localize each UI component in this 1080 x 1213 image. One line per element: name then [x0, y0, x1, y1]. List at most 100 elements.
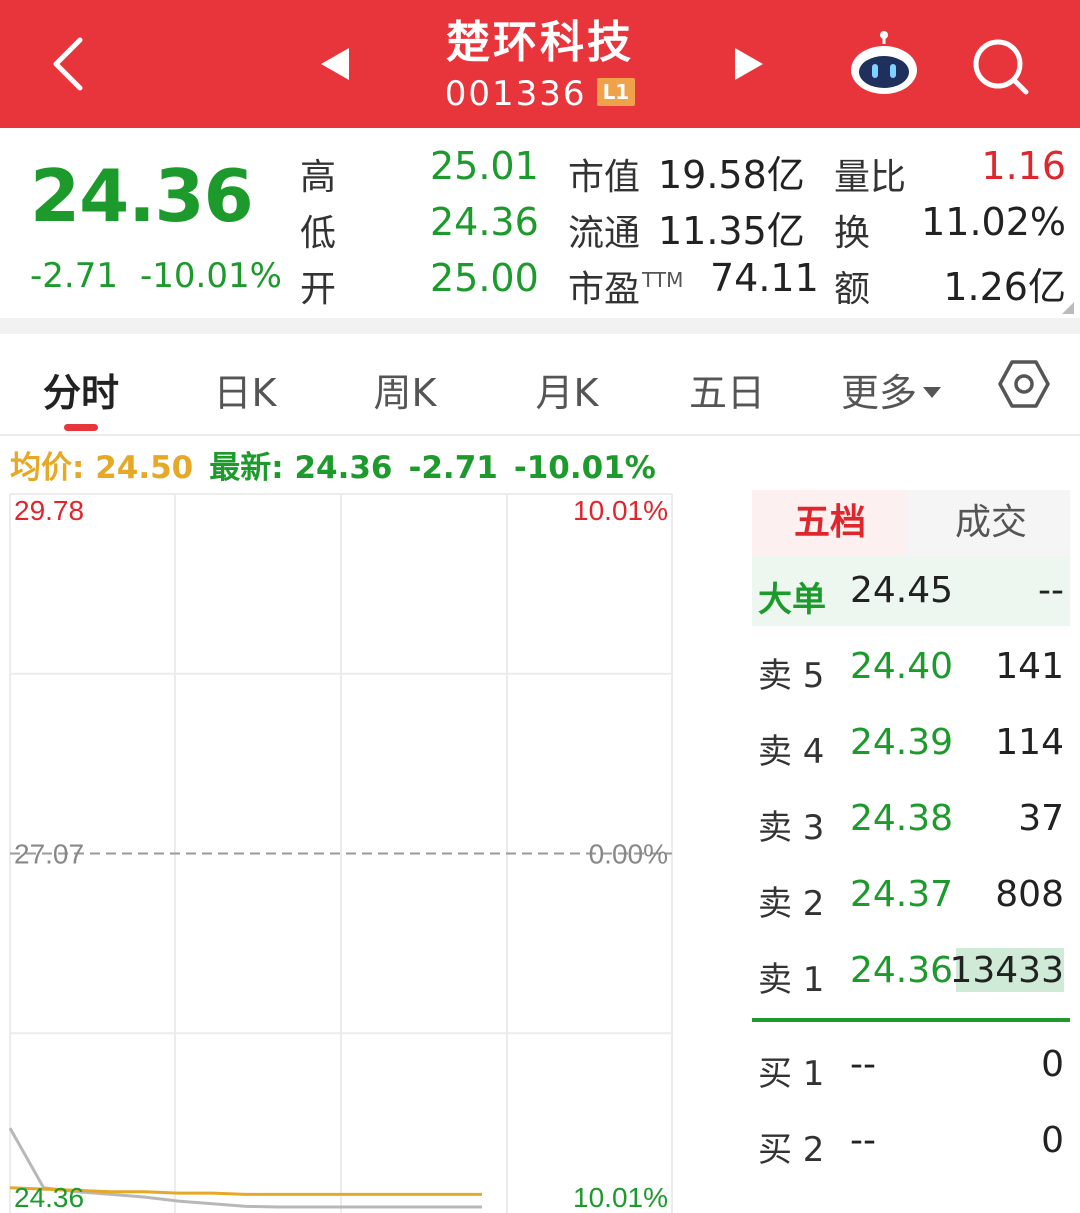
pe-label: 市盈 TTM [568, 260, 683, 312]
latest-change: -2.71 [408, 450, 498, 486]
ask-price: 24.40 [850, 646, 954, 687]
triangle-right-icon [735, 48, 763, 80]
tab-intraday[interactable]: 分时 [40, 362, 122, 417]
ask-volume: 37 [1018, 798, 1064, 839]
caret-down-icon [923, 387, 941, 398]
level-badge: L1 [596, 78, 636, 106]
market-cap-label: 市值 [568, 157, 641, 198]
amount-label: 额 [834, 269, 871, 310]
low-label: 低 [300, 213, 337, 254]
ask-label: 卖 2 [758, 884, 825, 924]
big-order-row: 大单 24.45 -- [752, 558, 1070, 634]
tabs-divider [0, 434, 1080, 436]
tab-daily-k[interactable]: 日K [200, 362, 290, 417]
amount-value: 1.26亿 [943, 265, 1066, 309]
chevron-left-icon [53, 37, 83, 91]
bid-label: 买 1 [758, 1054, 825, 1094]
ask-row: 卖 1 24.36 13433 [752, 938, 1070, 1014]
high-value: 25.01 [430, 144, 539, 188]
chart-period-tabs: 分时 日K 周K 月K 五日 更多 [0, 334, 1080, 434]
chart-settings-button[interactable] [998, 358, 1050, 410]
bid-volume: 0 [1041, 1044, 1064, 1085]
market-cap-value: 19.58亿 [658, 153, 805, 197]
ask-label: 卖 1 [758, 960, 825, 1000]
open-label: 开 [300, 269, 337, 310]
tab-more[interactable]: 更多 [836, 362, 946, 417]
section-separator [0, 318, 1080, 334]
intraday-chart-svg: 29.78 10.01% 27.07 0.00% 24.36 10.01% [8, 493, 673, 1213]
open-value: 25.00 [430, 256, 539, 300]
search-button[interactable] [970, 36, 1032, 98]
y-axis-mid-label: 27.07 [14, 839, 84, 870]
ask-row: 卖 2 24.37 808 [752, 862, 1070, 938]
volume-ratio-value: 1.16 [981, 144, 1066, 188]
turnover-value: 11.02% [921, 200, 1066, 244]
active-tab-indicator [64, 424, 98, 431]
settings-hexagon-icon [998, 360, 1050, 408]
stock-code-row: 001336 L1 [340, 74, 740, 114]
bid-price: -- [850, 1120, 876, 1161]
ask-label: 卖 4 [758, 732, 825, 772]
price-change-row: -2.71 -10.01% [30, 256, 282, 296]
pct-axis-mid-label: 0.00% [589, 839, 668, 870]
pe-value: 74.11 [710, 256, 819, 300]
tab-more-label: 更多 [840, 371, 917, 415]
latest-change-pct: -10.01% [513, 450, 656, 486]
tab-weekly-k[interactable]: 周K [360, 362, 450, 417]
stock-code: 001336 [444, 74, 587, 114]
tab-trades[interactable]: 成交 [912, 490, 1070, 556]
bid-price: -- [850, 1044, 876, 1085]
ask-row: 卖 4 24.39 114 [752, 710, 1070, 786]
next-stock-button[interactable] [726, 40, 774, 88]
ask-volume: 114 [995, 722, 1064, 763]
header-bar: 楚环科技 001336 L1 [0, 0, 1080, 128]
ask-price: 24.39 [850, 722, 954, 763]
ask-label: 卖 3 [758, 808, 825, 848]
latest-price: 最新: 24.36 -2.71 -10.01% [209, 450, 656, 486]
ask-volume: 13433 [949, 950, 1064, 991]
ask-row: 卖 5 24.40 141 [752, 634, 1070, 710]
float-cap-value: 11.35亿 [658, 209, 805, 253]
tab-monthly-k[interactable]: 月K [522, 362, 612, 417]
bid-row: 买 2 -- 0 [752, 1108, 1070, 1184]
price-change: -2.71 [30, 256, 118, 296]
ask-bid-divider [752, 1018, 1070, 1022]
latest-price-label: 最新: 24.36 [209, 450, 393, 486]
ask-price: 24.36 [850, 950, 954, 991]
bid-label: 买 2 [758, 1130, 825, 1170]
ask-price: 24.38 [850, 798, 954, 839]
float-cap-label: 流通 [568, 213, 641, 254]
low-value: 24.36 [430, 200, 539, 244]
y-axis-bottom-label: 24.36 [14, 1182, 84, 1213]
pct-axis-bottom-label: 10.01% [573, 1182, 668, 1213]
average-price: 均价: 24.50 [10, 450, 194, 486]
price-change-pct: -10.01% [139, 256, 282, 296]
expand-corner-icon[interactable] [1062, 302, 1074, 314]
ai-assistant-button[interactable] [848, 30, 920, 98]
turnover-label: 换 [834, 213, 871, 254]
robot-icon [851, 31, 917, 94]
intraday-chart[interactable]: 29.78 10.01% 27.07 0.00% 24.36 10.01% [0, 490, 680, 1213]
back-button[interactable] [38, 32, 98, 96]
ask-price: 24.37 [850, 874, 954, 915]
ask-volume: 808 [995, 874, 1064, 915]
pe-label-text: 市盈 [568, 269, 641, 310]
pct-axis-top-label: 10.01% [573, 495, 668, 526]
bid-row: 买 1 -- 0 [752, 1032, 1070, 1108]
ask-volume: 141 [995, 646, 1064, 687]
stock-name: 楚环科技 [446, 17, 634, 68]
ask-row: 卖 3 24.38 37 [752, 786, 1070, 862]
big-order-price: 24.45 [850, 570, 954, 611]
pe-ttm-superscript: TTM [642, 268, 684, 292]
search-icon [973, 39, 1029, 95]
big-order-label: 大单 [758, 580, 826, 620]
current-price: 24.36 [30, 154, 254, 238]
intraday-info-line: 均价: 24.50 最新: 24.36 -2.71 -10.01% [10, 442, 656, 487]
order-book-panel: 五档 成交 大单 24.45 -- 卖 5 24.40 141 卖 4 24.3… [752, 490, 1080, 1213]
tab-five-day[interactable]: 五日 [684, 362, 770, 417]
tab-five-levels[interactable]: 五档 [752, 490, 908, 556]
bid-volume: 0 [1041, 1120, 1064, 1161]
high-label: 高 [300, 157, 337, 198]
big-order-volume: -- [1038, 570, 1064, 611]
y-axis-top-label: 29.78 [14, 495, 84, 526]
